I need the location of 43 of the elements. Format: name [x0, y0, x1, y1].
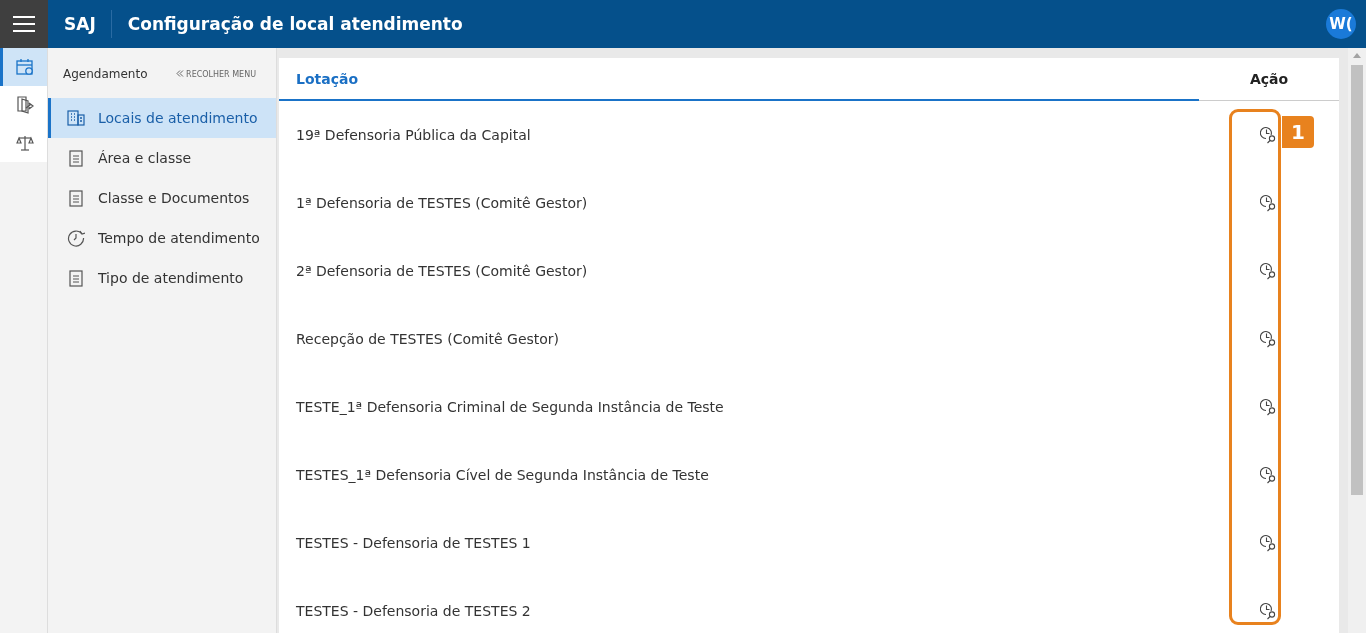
table-cell: 1ª Defensoria de TESTES (Comitê Gestor): [296, 195, 588, 211]
table-cell: TESTES - Defensoria de TESTES 1: [296, 535, 531, 551]
rail-button[interactable]: [0, 124, 47, 162]
scrollbar[interactable]: [1348, 48, 1366, 633]
document-icon: [69, 269, 83, 287]
clock-search-icon[interactable]: [1260, 262, 1278, 280]
sidebar-item[interactable]: Área e classe: [48, 138, 276, 178]
clock-search-icon[interactable]: [1260, 602, 1278, 620]
document-icon: [69, 189, 83, 207]
sidebar-item[interactable]: Tempo de atendimento: [48, 218, 276, 258]
annotation-badge: 1: [1282, 116, 1314, 148]
sidebar-item[interactable]: Tipo de atendimento: [48, 258, 276, 298]
sidebar-item[interactable]: Locais de atendimento: [48, 98, 276, 138]
document-icon: [69, 149, 83, 167]
menu-button[interactable]: [0, 0, 48, 48]
table-cell: 2ª Defensoria de TESTES (Comitê Gestor): [296, 263, 588, 279]
collapse-menu-link[interactable]: RECOLHER MENU: [175, 69, 256, 79]
rail-button[interactable]: [0, 86, 47, 124]
scales-icon: [16, 134, 34, 152]
table-cell: TESTES - Defensoria de TESTES 2: [296, 603, 531, 619]
table-cell: 19ª Defensoria Pública da Capital: [296, 127, 531, 143]
column-header[interactable]: Lotação: [279, 58, 1199, 101]
building-icon: [67, 110, 85, 126]
clock-search-icon[interactable]: [1260, 466, 1278, 484]
sidebar-item[interactable]: Classe e Documentos: [48, 178, 276, 218]
brand-logo: SAJ: [49, 10, 112, 38]
table-cell: TESTES_1ª Defensoria Cível de Segunda Instância de Teste: [296, 467, 709, 483]
table-cell: Recepção de TESTES (Comitê Gestor): [296, 331, 560, 347]
document-arrow-icon: [16, 96, 34, 114]
user-avatar[interactable]: W(: [1326, 9, 1356, 39]
column-header: Ação: [1248, 71, 1290, 87]
double-chevron-icon: [175, 69, 184, 77]
calendar-icon: [16, 58, 34, 76]
rail-button[interactable]: [0, 48, 47, 86]
clock-search-icon[interactable]: [1260, 330, 1278, 348]
clock-search-icon[interactable]: [1260, 126, 1278, 144]
clock-search-icon[interactable]: [1260, 398, 1278, 416]
page-title: Configuração de local atendimento: [127, 14, 464, 34]
clock-search-icon[interactable]: [1260, 534, 1278, 552]
section-title: Agendamento: [63, 67, 148, 81]
clock-search-icon[interactable]: [1260, 194, 1278, 212]
clock-icon: [67, 229, 85, 247]
table-cell: TESTE_1ª Defensoria Criminal de Segunda Instância de Teste: [296, 399, 724, 415]
